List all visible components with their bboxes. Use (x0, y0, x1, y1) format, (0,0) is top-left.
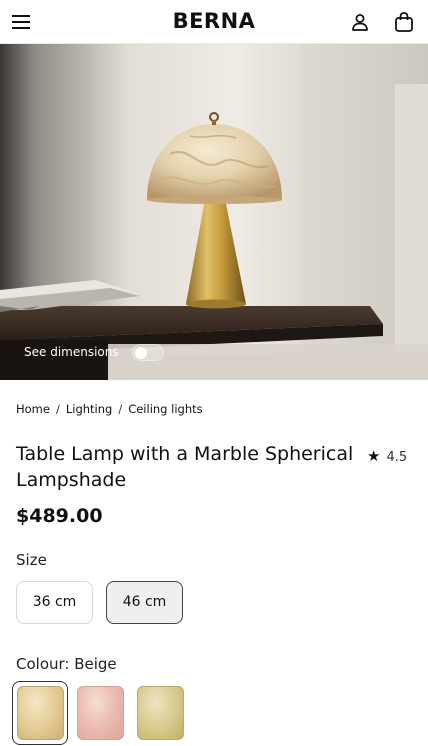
product-rating[interactable]: ★ 4.5 (367, 446, 407, 465)
star-icon: ★ (367, 447, 381, 465)
breadcrumb-home[interactable]: Home (16, 402, 50, 416)
top-header: BERNA (0, 0, 428, 44)
see-dimensions-label: See dimensions (24, 345, 119, 359)
size-option-46cm[interactable]: 46 cm (106, 581, 183, 624)
toggle-knob (135, 347, 147, 359)
breadcrumb: Home / Lighting / Ceiling lights (16, 402, 203, 416)
shopping-bag-icon[interactable] (394, 11, 414, 33)
colour-swatch-beige[interactable] (17, 686, 64, 740)
dimensions-toggle[interactable] (132, 344, 164, 361)
colour-swatch-pink[interactable] (77, 686, 124, 740)
breadcrumb-separator: / (118, 402, 123, 416)
user-icon[interactable] (350, 12, 370, 32)
colour-swatch-green[interactable] (137, 686, 184, 740)
rating-value: 4.5 (386, 450, 408, 465)
breadcrumb-lighting[interactable]: Lighting (66, 402, 112, 416)
breadcrumb-ceiling-lights[interactable]: Ceiling lights (128, 402, 202, 416)
product-hero-image: See dimensions (0, 44, 428, 380)
colour-label: Colour: Beige (16, 655, 117, 673)
size-option-36cm[interactable]: 36 cm (16, 581, 93, 624)
size-label: Size (16, 551, 47, 569)
breadcrumb-separator: / (55, 402, 60, 416)
product-title: Table Lamp with a Marble Spherical Lamps… (16, 443, 354, 491)
product-price: $489.00 (16, 505, 103, 527)
lamp-photo (0, 44, 428, 380)
